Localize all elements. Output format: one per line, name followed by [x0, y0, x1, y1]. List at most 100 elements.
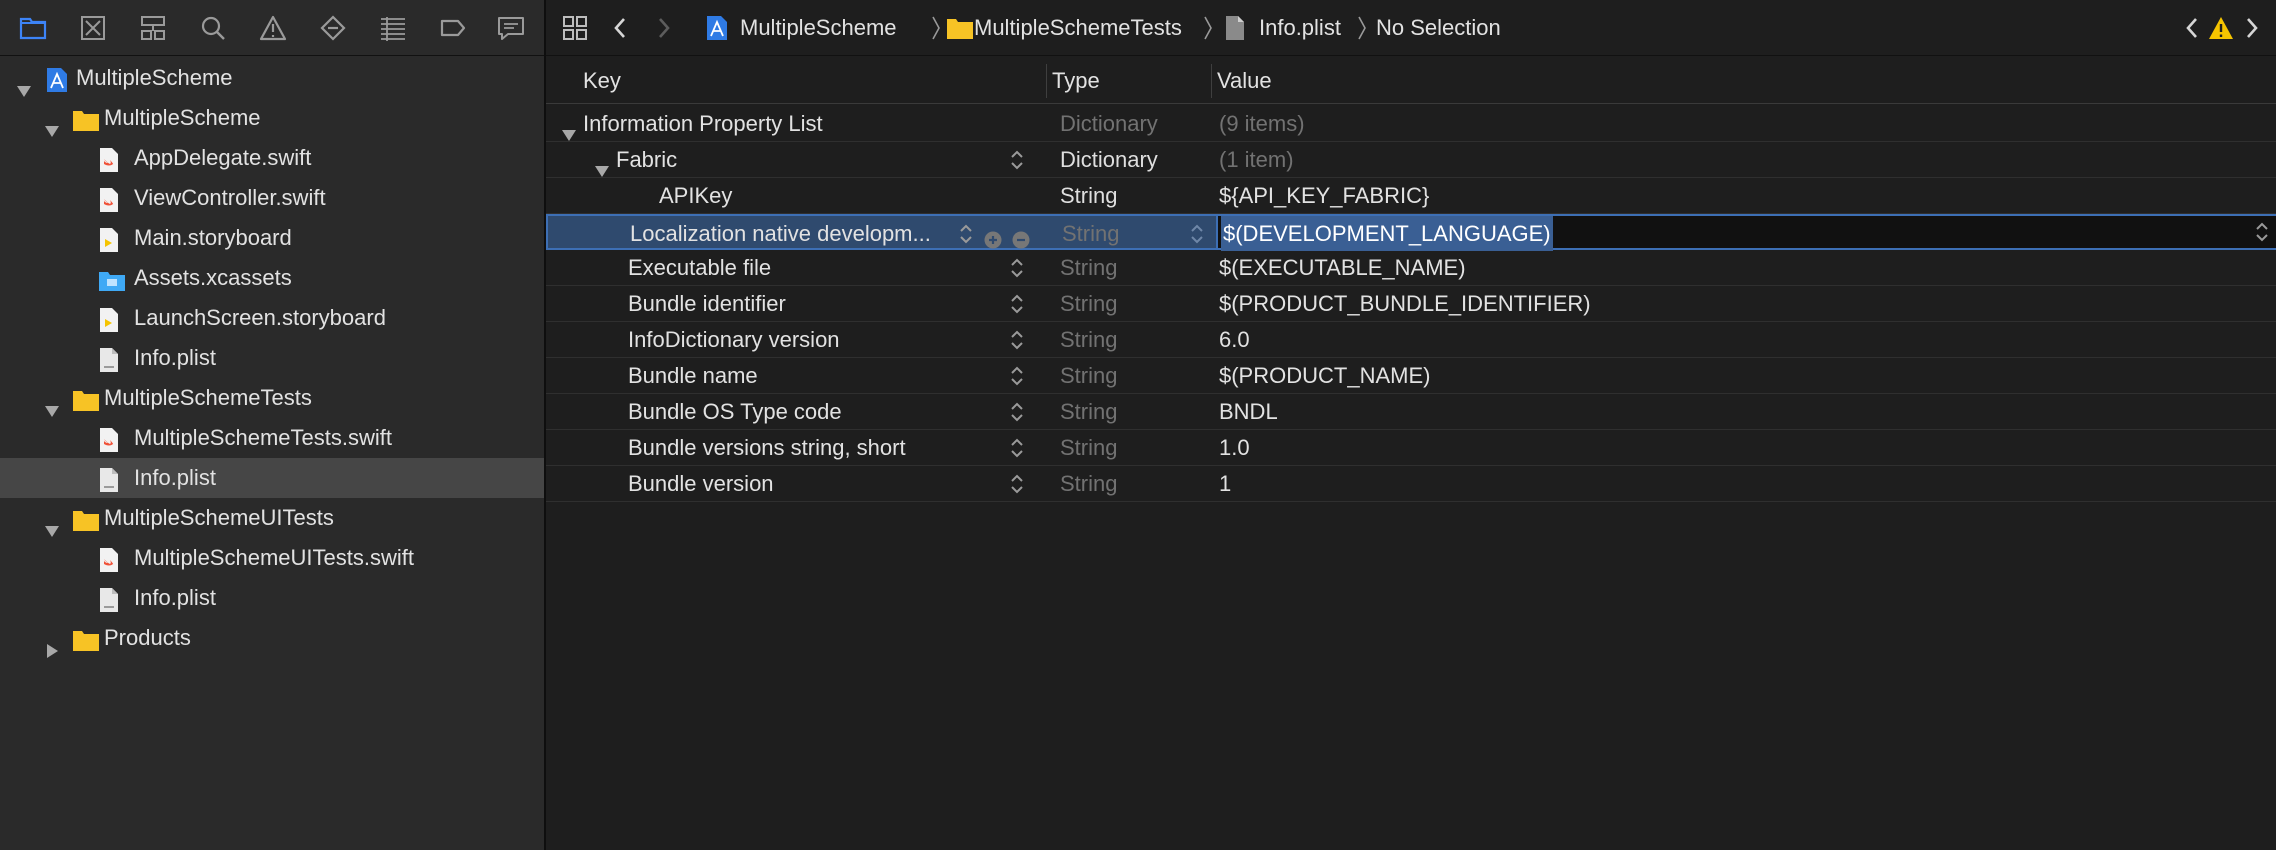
plist-key[interactable]: Bundle OS Type code: [628, 394, 842, 429]
key-stepper-icon[interactable]: [1009, 290, 1025, 318]
plist-type[interactable]: String: [1060, 322, 1117, 357]
plist-key[interactable]: InfoDictionary version: [628, 322, 840, 357]
plist-row[interactable]: Fabric Dictionary (1 item): [546, 142, 2276, 178]
plist-row[interactable]: Bundle OS Type code String BNDL: [546, 394, 2276, 430]
plist-type[interactable]: Dictionary: [1060, 142, 1158, 177]
debug-list-icon[interactable]: [378, 14, 408, 42]
disclosure-expanded-icon[interactable]: [44, 511, 60, 537]
plist-value[interactable]: $(EXECUTABLE_NAME): [1219, 250, 1466, 285]
previous-issue-chevron-icon[interactable]: [2184, 14, 2200, 47]
disclosure-expanded-icon[interactable]: [44, 391, 60, 417]
value-edit-field[interactable]: $(DEVELOPMENT_LANGUAGE): [1216, 214, 2276, 251]
tree-item[interactable]: MultipleSchemeTests: [0, 378, 544, 418]
tree-item[interactable]: MultipleSchemeTests.swift: [0, 418, 544, 458]
plist-type[interactable]: String: [1060, 178, 1117, 213]
plist-value[interactable]: $(PRODUCT_NAME): [1219, 358, 1430, 393]
breakpoint-tag-icon[interactable]: [438, 14, 468, 42]
plist-row[interactable]: APIKey String ${API_KEY_FABRIC}: [546, 178, 2276, 214]
tree-item[interactable]: MultipleScheme: [0, 58, 544, 98]
tree-item[interactable]: Main.storyboard: [0, 218, 544, 258]
key-stepper-icon[interactable]: [1009, 362, 1025, 390]
issue-warning-icon[interactable]: [258, 14, 288, 42]
disclosure-expanded-icon[interactable]: [561, 117, 577, 141]
tree-item[interactable]: Products: [0, 618, 544, 658]
type-column-header[interactable]: Type: [1052, 58, 1100, 104]
plist-type[interactable]: String: [1060, 430, 1117, 465]
tree-item[interactable]: Info.plist: [0, 578, 544, 618]
plist-row[interactable]: Information Property List Dictionary (9 it…: [546, 106, 2276, 142]
related-items-grid-icon[interactable]: [562, 14, 588, 47]
plist-type[interactable]: Dictionary: [1060, 106, 1158, 141]
tree-item[interactable]: AppDelegate.swift: [0, 138, 544, 178]
plist-key[interactable]: Information Property List: [583, 106, 823, 141]
tree-item[interactable]: Assets.xcassets: [0, 258, 544, 298]
plist-key[interactable]: APIKey: [659, 178, 732, 213]
plist-key[interactable]: Bundle versions string, short: [628, 430, 906, 465]
plist-row[interactable]: InfoDictionary version String 6.0: [546, 322, 2276, 358]
plist-type[interactable]: String: [1062, 216, 1119, 251]
symbol-navigator-icon[interactable]: [138, 14, 168, 42]
key-stepper-icon[interactable]: [1009, 434, 1025, 462]
type-stepper-icon[interactable]: [1189, 220, 1205, 248]
jump-bar-group[interactable]: MultipleSchemeTests: [974, 14, 1182, 42]
plist-row[interactable]: Localization native developm... String $(D…: [546, 214, 2276, 251]
tree-item[interactable]: MultipleScheme: [0, 98, 544, 138]
disclosure-expanded-icon[interactable]: [594, 153, 610, 177]
plist-value[interactable]: (1 item): [1219, 142, 1294, 177]
plist-value[interactable]: (9 items): [1219, 106, 1305, 141]
plist-value[interactable]: 1: [1219, 466, 1231, 501]
key-stepper-icon[interactable]: [958, 220, 974, 248]
key-stepper-icon[interactable]: [1009, 146, 1025, 174]
plist-type[interactable]: String: [1060, 250, 1117, 285]
jump-bar-selection[interactable]: No Selection: [1376, 14, 1501, 42]
key-stepper-icon[interactable]: [1009, 326, 1025, 354]
plist-type[interactable]: String: [1060, 358, 1117, 393]
plist-value[interactable]: $(PRODUCT_BUNDLE_IDENTIFIER): [1219, 286, 1591, 321]
tree-item[interactable]: ViewController.swift: [0, 178, 544, 218]
project-navigator-icon[interactable]: [18, 14, 48, 42]
plist-row[interactable]: Bundle versions string, short String 1.0: [546, 430, 2276, 466]
test-diamond-icon[interactable]: [318, 14, 348, 42]
jump-bar-project[interactable]: MultipleScheme: [740, 14, 897, 42]
plist-key[interactable]: Bundle name: [628, 358, 758, 393]
plist-key[interactable]: Bundle identifier: [628, 286, 786, 321]
plist-key[interactable]: Localization native developm...: [630, 216, 931, 251]
plist-value[interactable]: BNDL: [1219, 394, 1278, 429]
source-control-icon[interactable]: [78, 14, 108, 42]
warning-icon[interactable]: [2208, 14, 2234, 47]
value-column-header[interactable]: Value: [1217, 58, 1272, 104]
plist-row[interactable]: Bundle version String 1: [546, 466, 2276, 502]
plist-key[interactable]: Bundle version: [628, 466, 774, 501]
column-divider[interactable]: [1211, 64, 1212, 98]
tree-item[interactable]: Info.plist: [0, 338, 544, 378]
disclosure-expanded-icon[interactable]: [44, 111, 60, 137]
plist-row[interactable]: Bundle identifier String $(PRODUCT_BUNDLE_…: [546, 286, 2276, 322]
key-stepper-icon[interactable]: [1009, 470, 1025, 498]
jump-bar-file[interactable]: Info.plist: [1259, 14, 1341, 42]
next-issue-chevron-icon[interactable]: [2244, 14, 2260, 47]
plist-type[interactable]: String: [1060, 394, 1117, 429]
find-icon[interactable]: [198, 14, 228, 42]
plist-row[interactable]: Executable file String $(EXECUTABLE_NAME): [546, 250, 2276, 286]
key-stepper-icon[interactable]: [1009, 398, 1025, 426]
plist-value[interactable]: 6.0: [1219, 322, 1250, 357]
plist-value[interactable]: 1.0: [1219, 430, 1250, 465]
disclosure-collapsed-icon[interactable]: [44, 631, 60, 658]
add-row-icon[interactable]: [984, 224, 1002, 249]
forward-chevron-icon[interactable]: [656, 14, 672, 47]
tree-item[interactable]: LaunchScreen.storyboard: [0, 298, 544, 338]
plist-type[interactable]: String: [1060, 466, 1117, 501]
plist-value[interactable]: ${API_KEY_FABRIC}: [1219, 178, 1429, 213]
plist-key[interactable]: Executable file: [628, 250, 771, 285]
tree-item[interactable]: MultipleSchemeUITests: [0, 498, 544, 538]
plist-key[interactable]: Fabric: [616, 142, 677, 177]
back-chevron-icon[interactable]: [612, 14, 628, 47]
disclosure-expanded-icon[interactable]: [16, 71, 32, 97]
tree-item[interactable]: MultipleSchemeUITests.swift: [0, 538, 544, 578]
key-stepper-icon[interactable]: [1009, 254, 1025, 282]
report-bubble-icon[interactable]: [496, 14, 526, 42]
plist-value-selected-text[interactable]: $(DEVELOPMENT_LANGUAGE): [1221, 216, 1553, 251]
key-column-header[interactable]: Key: [583, 58, 621, 104]
remove-row-icon[interactable]: [1012, 224, 1030, 249]
tree-item[interactable]: Info.plist: [0, 458, 544, 498]
